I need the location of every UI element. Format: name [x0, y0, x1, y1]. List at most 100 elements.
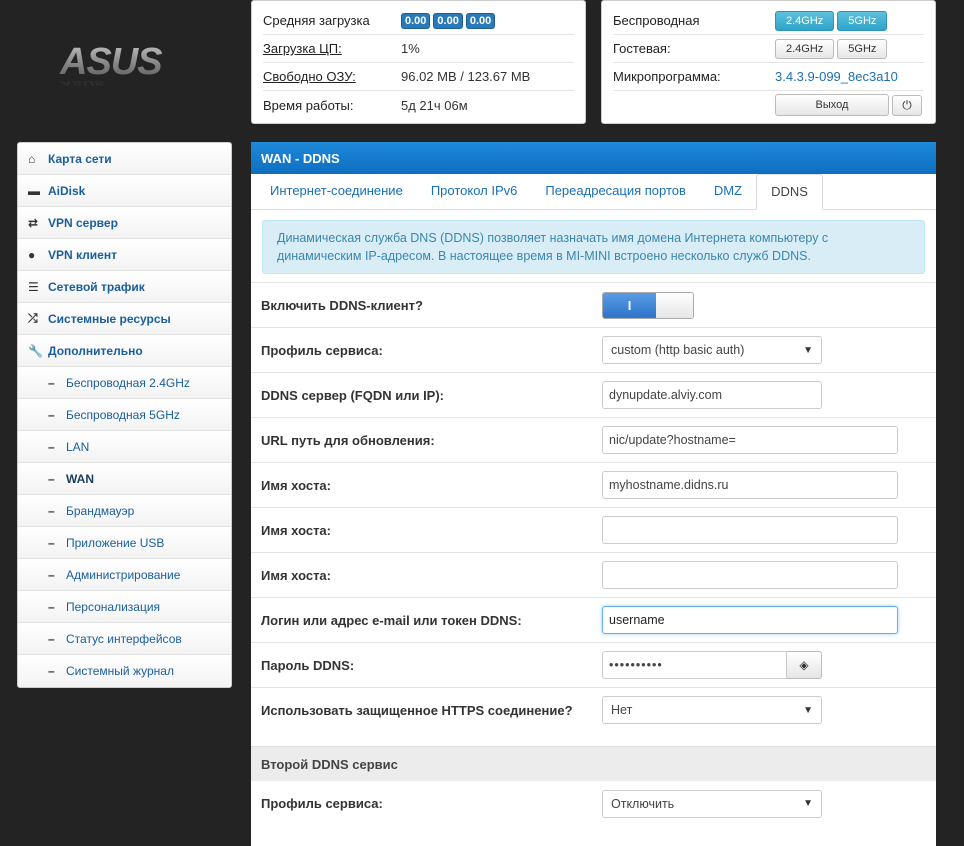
sidebar-subitem-label: WAN: [66, 471, 94, 486]
update-url-input[interactable]: nic/update?hostname=: [602, 426, 898, 454]
hostname-input-1[interactable]: myhostname.didns.ru: [602, 471, 898, 499]
sidebar-item-label: VPN клиент: [48, 247, 117, 262]
load-badge-2: 0.00: [433, 12, 463, 29]
sidebar-subitem-wireless-5[interactable]: – Беспроводная 5GHz: [18, 399, 231, 431]
wireless-5-button[interactable]: 5GHz: [837, 10, 888, 31]
retweet-icon: ⇄: [28, 215, 39, 230]
sidebar-subitem-usb[interactable]: – Приложение USB: [18, 527, 231, 559]
guest-5-button[interactable]: 5GHz: [837, 38, 888, 59]
tab-ddns[interactable]: DDNS: [756, 174, 823, 210]
logout-button[interactable]: Выход: [775, 94, 889, 116]
page-title: WAN - DDNS: [251, 142, 936, 174]
sidebar-item-label: Дополнительно: [48, 343, 143, 358]
form-row-login: Логин или адрес e-mail или токен DDNS: u…: [251, 597, 936, 642]
dash-icon: –: [48, 503, 55, 518]
sidebar-subitem-label: Приложение USB: [66, 535, 165, 550]
hostname-input-2[interactable]: [602, 516, 898, 544]
select-value: Отключить: [611, 796, 675, 811]
guest-24-button[interactable]: 2.4GHz: [775, 38, 835, 59]
sidebar-subitem-lan[interactable]: – LAN: [18, 431, 231, 463]
sidebar-item-advanced[interactable]: 🔧 Дополнительно: [18, 335, 231, 367]
sidebar-subitem-label: Статус интерфейсов: [66, 631, 182, 646]
svg-text:ASUS: ASUS: [59, 41, 162, 83]
hostname-input-3[interactable]: [602, 561, 898, 589]
actions-row: Выход ⏻: [613, 91, 924, 119]
server-label: DDNS сервер (FQDN или IP):: [261, 387, 445, 403]
sidebar-subitem-firewall[interactable]: – Брандмауэр: [18, 495, 231, 527]
sidebar-subitem-label: LAN: [66, 439, 90, 454]
select-value: Нет: [611, 703, 633, 717]
drive-icon: ▬: [28, 183, 40, 198]
sidebar-item-resources[interactable]: ⤮ Системные ресурсы: [18, 303, 231, 335]
enable-label: Включить DDNS-клиент?: [261, 297, 423, 313]
sidebar-item-aidisk[interactable]: ▬ AiDisk: [18, 175, 231, 207]
hostname-label: Имя хоста:: [261, 567, 331, 583]
random-icon: ⤮: [28, 311, 38, 325]
load-badge-1: 0.00: [401, 12, 431, 29]
sidebar-menu: ⌂ Карта сети ▬ AiDisk ⇄ VPN сервер ● VPN кли…: [17, 142, 232, 688]
service-profile-select[interactable]: custom (http basic auth) ▼: [602, 336, 822, 364]
dash-icon: –: [48, 471, 55, 486]
form-row-password: Пароль DDNS: •••••••••• ◈: [251, 642, 936, 687]
dash-icon: –: [48, 375, 55, 390]
sidebar-subitem-syslog[interactable]: – Системный журнал: [18, 655, 231, 687]
wireless-24-button[interactable]: 2.4GHz: [775, 10, 835, 31]
tab-ipv6[interactable]: Протокол IPv6: [417, 174, 532, 209]
sidebar-item-label: AiDisk: [48, 183, 86, 198]
form-row-url: URL путь для обновления: nic/update?host…: [251, 417, 936, 462]
sidebar-subitem-admin[interactable]: – Администрирование: [18, 559, 231, 591]
sidebar-subitem-label: Беспроводная 5GHz: [66, 407, 180, 422]
sidebar-subitem-iface-status[interactable]: – Статус интерфейсов: [18, 623, 231, 655]
guest-row: Гостевая: 2.4GHz 5GHz: [613, 35, 924, 63]
sidebar-subitem-wan[interactable]: – WAN: [18, 463, 231, 495]
load-row: Средняя загрузка 0.00 0.00 0.00: [263, 7, 574, 35]
hostname-label: Имя хоста:: [261, 477, 331, 493]
uptime-row: Время работы: 5д 21ч 06м: [263, 91, 574, 119]
sidebar-item-label: Карта сети: [48, 151, 112, 166]
wrench-icon: 🔧: [28, 343, 43, 358]
load-badge-3: 0.00: [465, 12, 496, 29]
wireless-status-panel: Беспроводная 2.4GHz 5GHz Гостевая: 2.4GH…: [601, 0, 936, 124]
asus-logo: ASUS ASUS: [59, 41, 164, 87]
uptime-value: 5д 21ч 06м: [401, 97, 468, 113]
select-value: custom (http basic auth): [611, 343, 745, 357]
form-row-second-profile: Профиль сервиса: Отключить ▼: [251, 781, 936, 826]
show-password-button[interactable]: ◈: [787, 651, 822, 679]
form-row-profile: Профиль сервиса: custom (http basic auth…: [251, 327, 936, 372]
sidebar-item-vpn-client[interactable]: ● VPN клиент: [18, 239, 231, 271]
sidebar-subitem-personalize[interactable]: – Персонализация: [18, 591, 231, 623]
uptime-label: Время работы:: [263, 97, 354, 113]
dash-icon: –: [48, 599, 55, 614]
dash-icon: –: [48, 664, 55, 678]
tab-port-forwarding[interactable]: Переадресация портов: [531, 174, 700, 209]
sidebar-item-vpn-server[interactable]: ⇄ VPN сервер: [18, 207, 231, 239]
sidebar-item-traffic[interactable]: ☰ Сетевой трафик: [18, 271, 231, 303]
ddns-server-input[interactable]: dynupdate.alviy.com: [602, 381, 822, 409]
second-profile-select[interactable]: Отключить ▼: [602, 789, 822, 818]
firmware-link[interactable]: 3.4.3.9-099_8ec3a10: [775, 69, 898, 84]
list-icon: ☰: [28, 279, 39, 294]
chevron-down-icon: ▼: [803, 344, 813, 356]
home-icon: ⌂: [28, 151, 36, 166]
second-ddns-heading: Второй DDNS сервис: [251, 746, 936, 781]
sidebar-subitem-label: Персонализация: [66, 599, 161, 614]
login-input[interactable]: username: [602, 606, 898, 634]
tab-internet[interactable]: Интернет-соединение: [256, 174, 417, 209]
cpu-link[interactable]: Загрузка ЦП:: [263, 41, 401, 56]
sidebar-subitem-wireless-24[interactable]: – Беспроводная 2.4GHz: [18, 367, 231, 399]
tab-dmz[interactable]: DMZ: [700, 174, 756, 209]
url-label: URL путь для обновления:: [261, 432, 435, 448]
password-input[interactable]: ••••••••••: [602, 651, 787, 679]
toggle-off-part: [656, 292, 693, 318]
ram-link[interactable]: Свободно ОЗУ:: [263, 69, 401, 84]
system-status-panel: Средняя загрузка 0.00 0.00 0.00 Загрузка…: [251, 0, 586, 124]
https-select[interactable]: Нет ▼: [602, 696, 822, 724]
toggle-on-part: I: [603, 292, 656, 318]
dash-icon: –: [48, 567, 55, 582]
sidebar-item-network-map[interactable]: ⌂ Карта сети: [18, 143, 231, 175]
cpu-row: Загрузка ЦП: 1%: [263, 35, 574, 63]
ram-value: 96.02 MB / 123.67 MB: [401, 69, 531, 84]
ddns-enable-toggle[interactable]: I: [602, 291, 694, 319]
eye-icon: ◈: [799, 658, 809, 672]
reboot-button[interactable]: ⏻: [892, 94, 922, 116]
